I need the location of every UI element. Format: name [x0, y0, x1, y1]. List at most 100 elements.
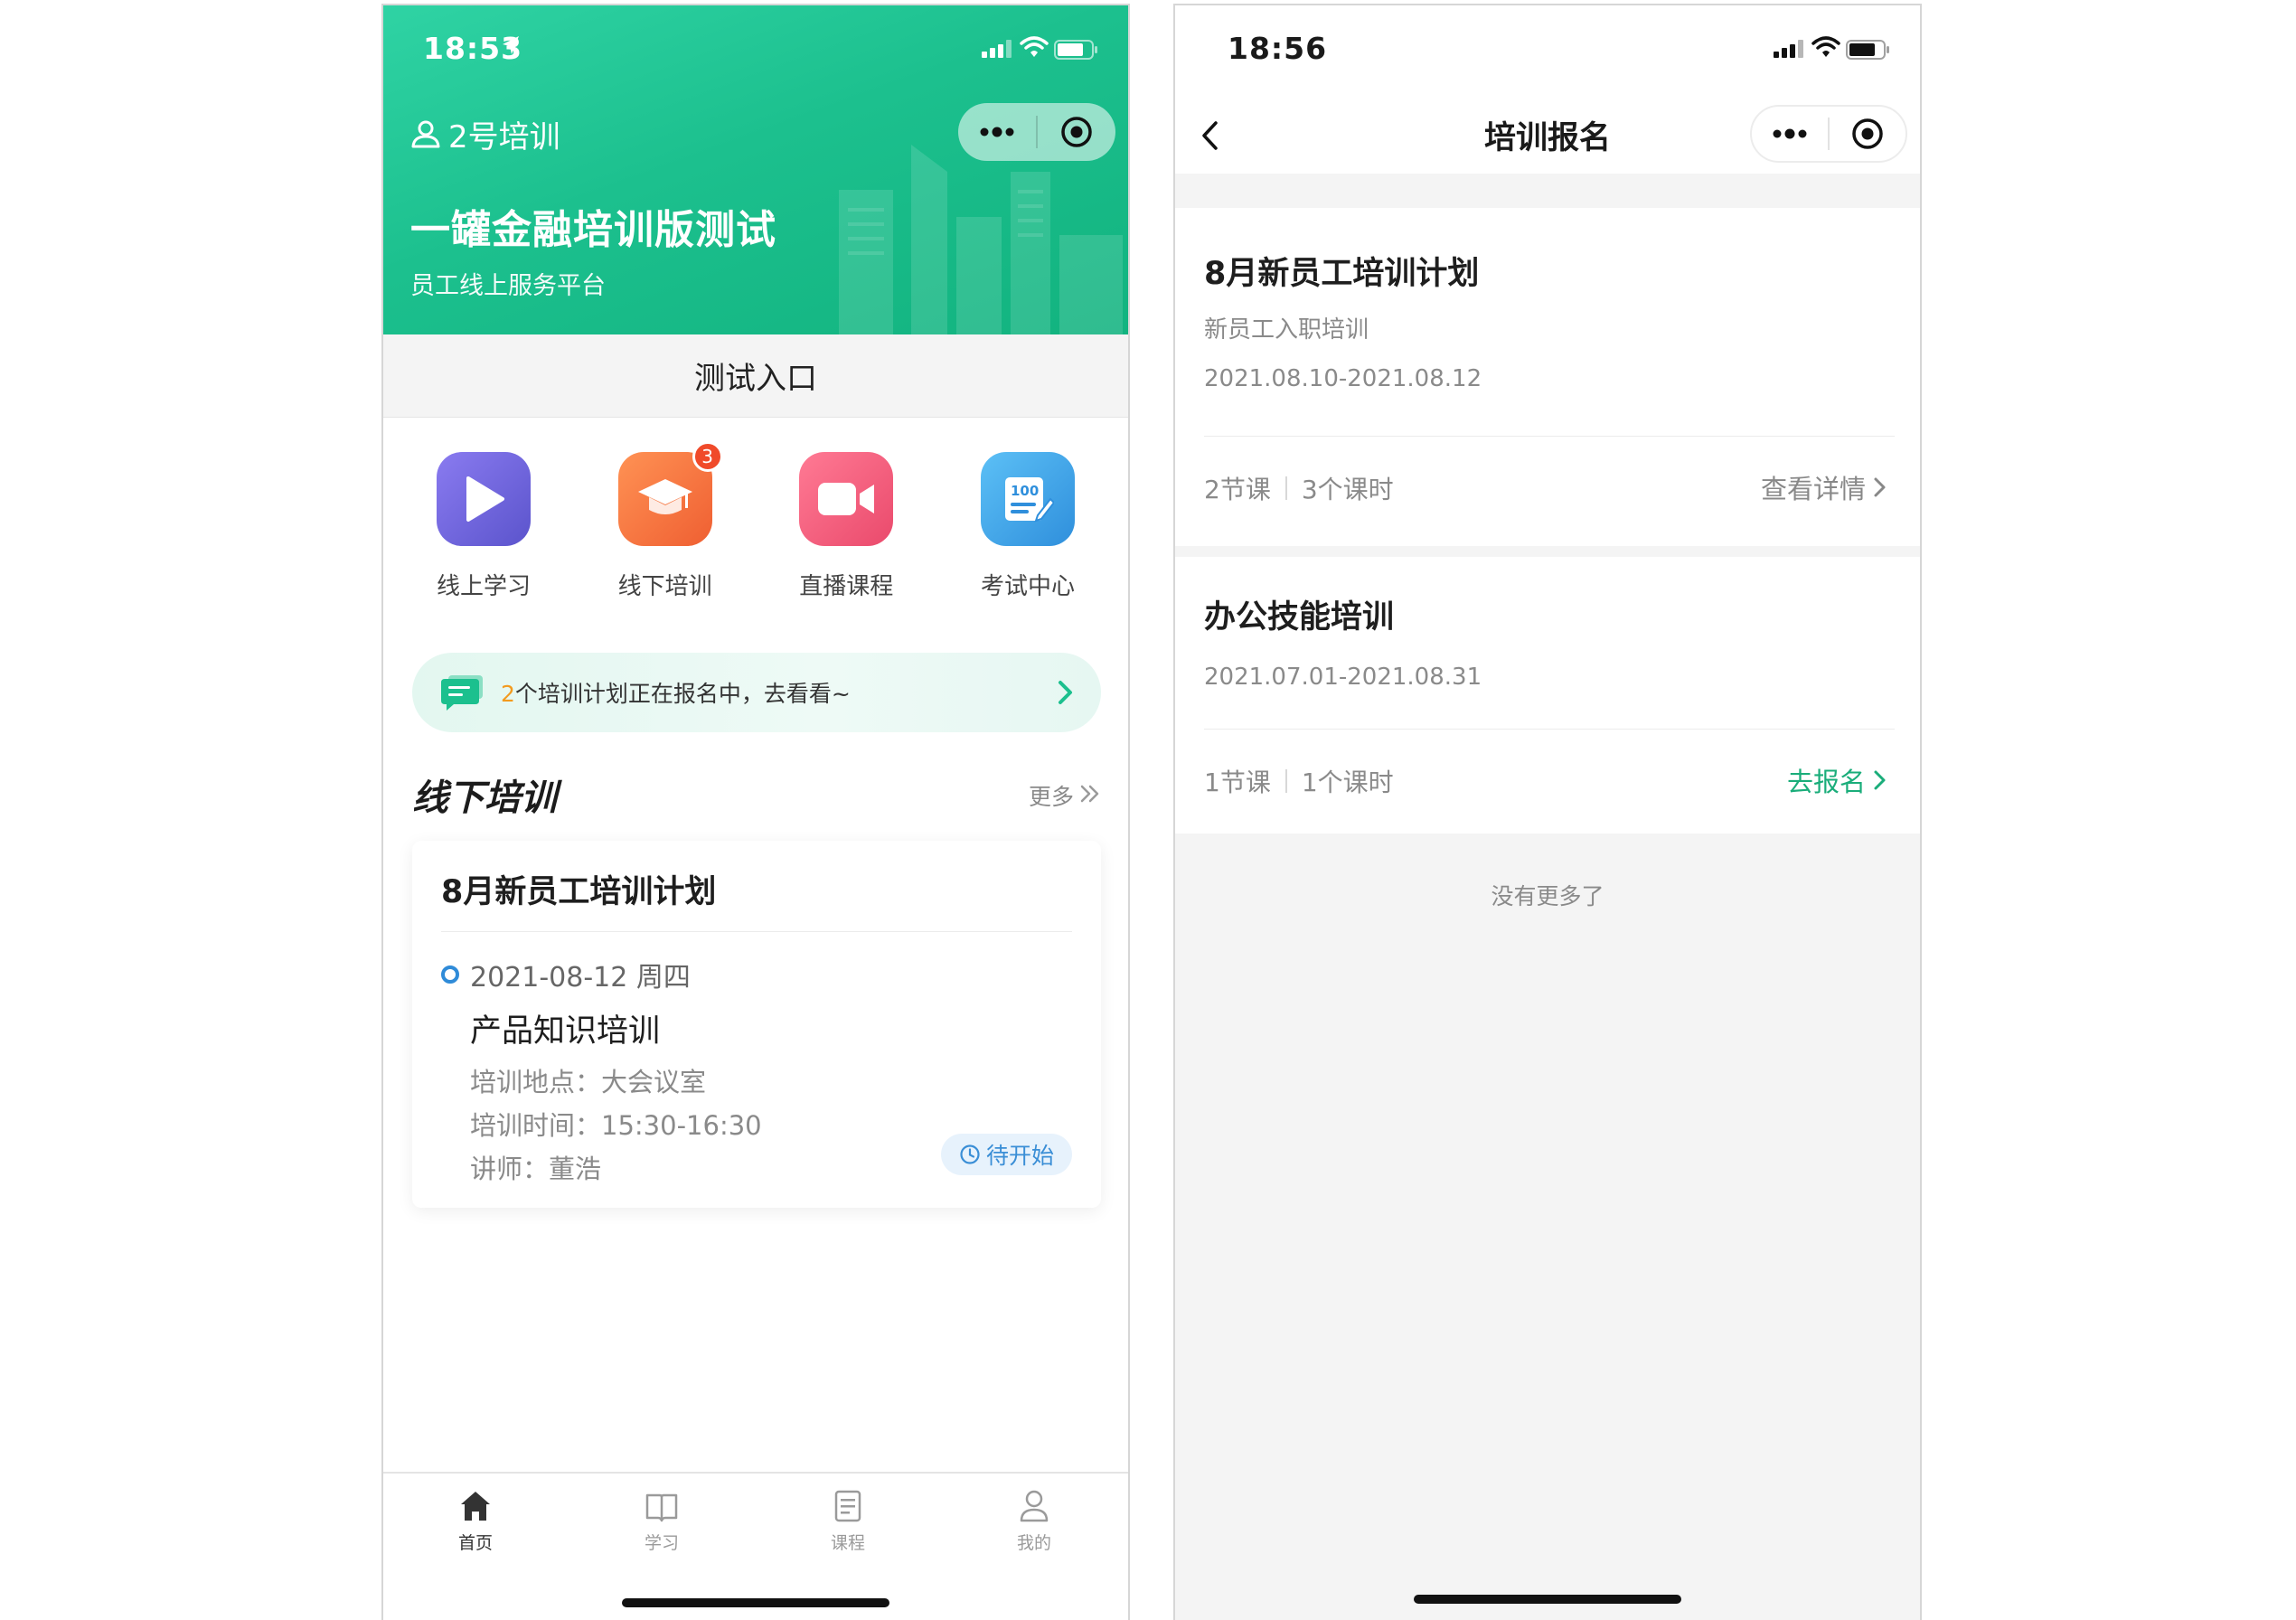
function-grid: 线上学习 3 线下培训 直播课程 100 考试中心 [383, 441, 1128, 601]
training-teacher: 讲师：董浩 [470, 1154, 602, 1184]
home-indicator[interactable] [1414, 1595, 1681, 1604]
svg-text:100: 100 [1011, 483, 1039, 499]
chevron-right-icon [1059, 681, 1072, 704]
close-miniprogram-button[interactable] [1830, 107, 1905, 161]
target-circle-icon [1852, 118, 1883, 149]
status-bar: 18:56 [1175, 5, 1920, 96]
lesson-count: 2节课 [1204, 475, 1271, 504]
tab-label: 首页 [457, 1533, 493, 1553]
hero-title: 一罐金融培训版测试 [410, 207, 776, 253]
miniprogram-capsule [958, 103, 1115, 161]
training-category: 新员工入职培训 [1204, 316, 1369, 344]
miniprogram-capsule [1750, 105, 1907, 163]
tab-label: 课程 [830, 1533, 865, 1553]
training-title: 8月新员工培训计划 [1204, 256, 1480, 292]
enrollment-notice-bar[interactable]: 2个培训计划正在报名中，去看看~ [412, 653, 1101, 732]
book-icon [645, 1493, 678, 1522]
item-divider [1204, 436, 1895, 437]
hero-subtitle: 员工线上服务平台 [410, 272, 606, 300]
list-item[interactable]: 办公技能培训 2021.07.01-2021.08.31 1节课 1个课时 去报… [1175, 557, 1920, 834]
item-meta: 1节课 1个课时 [1204, 763, 1394, 799]
enroll-button[interactable]: 去报名 [1787, 761, 1887, 799]
notice-count: 2 [501, 681, 515, 707]
chevron-right-icon [1874, 770, 1886, 790]
tab-courses[interactable]: 课程 [794, 1488, 902, 1554]
exam-paper-icon: 100 [1004, 477, 1054, 523]
location-arrow-icon [503, 36, 519, 54]
action-label: 查看详情 [1760, 474, 1866, 504]
home-icon [461, 1492, 490, 1521]
grid-icon-tile: 3 [617, 441, 723, 546]
course-name: 产品知识培训 [470, 1013, 661, 1050]
offline-training-section-header: 线下培训 更多 [412, 768, 1101, 823]
tab-home[interactable]: 首页 [421, 1488, 530, 1554]
status-bar: 18:53 [383, 5, 1128, 96]
grid-icon-tile [437, 452, 531, 546]
tab-study[interactable]: 学习 [607, 1488, 716, 1554]
session-date-row: 2021-08-12 周四 [441, 955, 691, 994]
more-dots-icon [1773, 128, 1807, 139]
tab-label: 学习 [644, 1533, 679, 1553]
class-hours: 1个课时 [1301, 768, 1394, 797]
action-label: 去报名 [1786, 767, 1866, 797]
graduation-cap-icon [637, 479, 692, 514]
play-icon [466, 476, 504, 522]
training-dates: 2021.07.01-2021.08.31 [1204, 664, 1482, 691]
session-date: 2021-08-12 周四 [470, 962, 691, 994]
item-meta: 2节课 3个课时 [1204, 470, 1394, 506]
class-hours: 3个课时 [1301, 475, 1394, 504]
signal-icon [982, 40, 1012, 58]
test-entry-label: 测试入口 [694, 361, 817, 397]
brand-label: 2号培训 [410, 112, 560, 156]
brand-name: 2号培训 [448, 119, 560, 155]
wifi-icon [1020, 36, 1049, 57]
home-indicator[interactable] [622, 1598, 889, 1607]
meta-separator [1284, 769, 1287, 793]
grid-icon-tile [799, 452, 894, 546]
view-details-button[interactable]: 查看详情 [1761, 468, 1887, 506]
grid-label: 线下培训 [617, 573, 712, 600]
grid-item-online-learning[interactable]: 线上学习 [423, 452, 544, 601]
document-icon [834, 1490, 861, 1522]
grid-item-exam-center[interactable]: 100 考试中心 [967, 452, 1088, 601]
more-menu-button[interactable] [958, 103, 1036, 161]
user-icon [1020, 1490, 1049, 1522]
right-phone-screen: 18:56 培训报名 8月新员工培训计划 新员工入职培训 2021.08.10-… [1173, 4, 1922, 1620]
grid-label: 线上学习 [436, 573, 531, 600]
notice-text: 2个培训计划正在报名中，去看看~ [501, 676, 851, 709]
training-plan-card[interactable]: 8月新员工培训计划 2021-08-12 周四 产品知识培训 培训地点：大会议室… [412, 841, 1101, 1208]
timeline-dot-icon [441, 965, 459, 984]
clock-icon [960, 1144, 980, 1164]
more-dots-icon [980, 127, 1014, 137]
grid-item-offline-training[interactable]: 3 线下培训 [605, 441, 726, 601]
tab-label: 我的 [1016, 1533, 1051, 1553]
close-miniprogram-button[interactable] [1038, 103, 1115, 161]
double-chevron-right-icon[interactable] [1079, 781, 1101, 806]
user-badge-icon [411, 120, 440, 147]
card-divider [441, 931, 1072, 932]
status-text: 待开始 [985, 1143, 1054, 1169]
chat-bubble-icon [441, 675, 483, 711]
training-location: 培训地点：大会议室 [470, 1067, 707, 1097]
test-entry-bar[interactable]: 测试入口 [383, 334, 1128, 418]
grid-item-live-courses[interactable]: 直播课程 [786, 452, 907, 601]
video-camera-icon [818, 483, 875, 515]
more-link[interactable]: 更多 [1029, 779, 1074, 812]
enrollment-list: 8月新员工培训计划 新员工入职培训 2021.08.10-2021.08.12 … [1175, 174, 1920, 1620]
city-skyline-decoration [839, 145, 1123, 334]
list-item[interactable]: 8月新员工培训计划 新员工入职培训 2021.08.10-2021.08.12 … [1175, 208, 1920, 546]
training-title: 办公技能培训 [1204, 599, 1395, 636]
hero-banner: 18:53 2号培训 一罐金融培训版测试 员工线上服务平台 [383, 5, 1128, 334]
no-more-text: 没有更多了 [1491, 883, 1604, 909]
grid-label: 考试中心 [980, 573, 1075, 600]
status-badge: 待开始 [940, 1134, 1072, 1175]
meta-separator [1284, 476, 1287, 500]
notification-badge: 3 [692, 441, 723, 472]
grid-label: 直播课程 [799, 573, 894, 600]
battery-icon [1846, 40, 1889, 60]
tab-mine[interactable]: 我的 [980, 1488, 1088, 1554]
more-menu-button[interactable] [1752, 107, 1828, 161]
bottom-tab-bar: 首页 学习 课程 我的 [383, 1472, 1128, 1620]
lesson-count: 1节课 [1204, 768, 1271, 797]
status-time: 18:56 [1228, 31, 1328, 66]
